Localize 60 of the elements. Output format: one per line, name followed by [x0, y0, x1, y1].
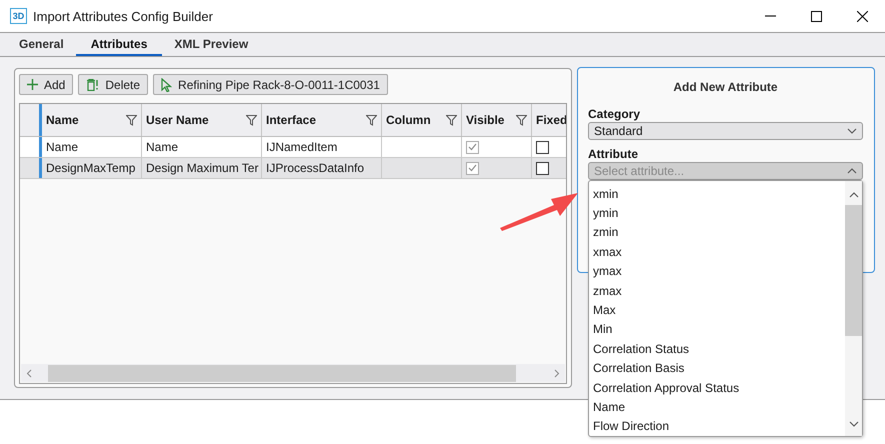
dropdown-option[interactable]: Correlation Approval Status: [589, 378, 845, 398]
vertical-scrollbar[interactable]: [845, 181, 862, 436]
column-header[interactable]: Column: [382, 104, 462, 136]
app-icon: 3D: [10, 8, 27, 24]
table-cell: Design Maximum Ter: [142, 158, 262, 178]
dropdown-option[interactable]: xmax: [589, 242, 845, 262]
dropdown-option[interactable]: Correlation Basis: [589, 358, 845, 378]
horizontal-scrollbar[interactable]: [21, 364, 565, 382]
dropdown-option[interactable]: Correlation Status: [589, 339, 845, 359]
maximize-icon: [810, 10, 822, 22]
filter-icon[interactable]: [126, 114, 137, 126]
column-header[interactable]: Interface: [262, 104, 382, 136]
filter-icon[interactable]: [516, 114, 527, 126]
table-cell: IJNamedItem: [262, 137, 382, 157]
filter-icon[interactable]: [366, 114, 377, 126]
field-label: Category: [588, 107, 642, 121]
dropdown-option[interactable]: Flow Direction: [589, 416, 845, 436]
chevron-down-icon: [847, 128, 857, 134]
column-header[interactable]: User Name: [142, 104, 262, 136]
checkbox[interactable]: [466, 140, 479, 154]
close-icon: [856, 10, 868, 22]
table-cell: Name: [142, 137, 262, 157]
chevron-up-icon: [848, 192, 858, 198]
minimize-icon: [764, 15, 776, 17]
toolbar-button[interactable]: Refining Pipe Rack-8-O-0011-1C0031: [153, 74, 388, 95]
plus-icon: [27, 79, 38, 90]
table-row[interactable]: Name Name IJNamedItem: [20, 137, 566, 158]
scroll-right-icon[interactable]: [554, 368, 560, 378]
window-title: Import Attributes Config Builder: [33, 8, 214, 24]
scroll-left-icon[interactable]: [26, 368, 32, 378]
cursor-icon: [161, 78, 172, 92]
table-cell: DesignMaxTemp: [42, 158, 142, 178]
column-header[interactable]: Name: [42, 104, 142, 136]
dropdown-option[interactable]: Min: [589, 320, 845, 340]
table-cell: Name: [42, 137, 142, 157]
trash-icon: [86, 78, 100, 90]
tab[interactable]: XML Preview: [164, 33, 258, 56]
dropdown-option[interactable]: ymin: [589, 203, 845, 223]
table-cell: IJProcessDataInfo: [262, 158, 382, 178]
chevron-down-icon: [848, 421, 858, 427]
dropdown-option[interactable]: zmax: [589, 280, 845, 300]
checkbox[interactable]: [536, 162, 549, 174]
column-header[interactable]: Visible: [462, 104, 532, 136]
chevron-up-icon: [847, 168, 857, 174]
panel-title: Add New Attribute: [672, 80, 779, 94]
dropdown-option[interactable]: Max: [589, 300, 845, 320]
filter-icon[interactable]: [446, 114, 457, 126]
dropdown-option[interactable]: ymax: [589, 262, 845, 281]
dropdown-option[interactable]: Name: [589, 397, 845, 417]
toolbar-button[interactable]: Add: [19, 74, 74, 95]
table-row[interactable]: DesignMaxTemp Design Maximum Ter IJProcessDataInfo: [20, 158, 566, 179]
checkbox[interactable]: [466, 162, 479, 174]
tab[interactable]: General: [9, 33, 74, 56]
toolbar-button[interactable]: Delete: [78, 74, 148, 95]
field-label: Attribute: [588, 147, 639, 161]
checkbox[interactable]: [536, 140, 549, 154]
category-dropdown[interactable]: Standard: [588, 122, 863, 140]
dropdown-option[interactable]: xmin: [589, 184, 845, 204]
filter-icon[interactable]: [246, 114, 257, 126]
dropdown-option[interactable]: zmin: [589, 222, 845, 242]
